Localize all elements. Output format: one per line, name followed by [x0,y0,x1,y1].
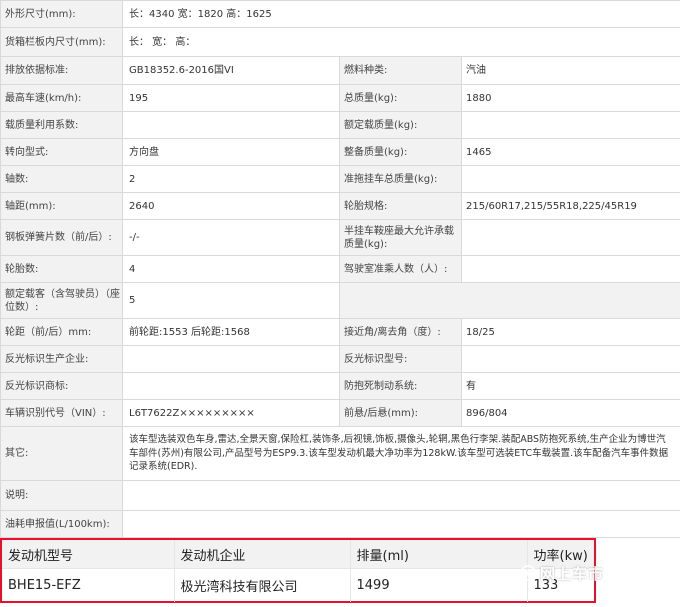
watermark-logo-icon [520,565,536,581]
spec-label: 额定载质量(kg): [339,111,462,139]
table-row: 轮距（前/后）mm: 前轮距:1553 后轮距:1568 接近角/离去角（度）:… [0,318,680,346]
engine-value-row: BHE15-EFZ 极光湾科技有限公司 1499 133 [2,568,594,602]
spec-label: 反光标识商标: [0,372,123,400]
watermark: 网上车市 [520,560,670,586]
table-row: 说明: [0,480,680,511]
spec-label: 说明: [0,480,123,511]
spec-value: 汽油 [461,56,680,85]
spec-label: 准拖挂车总质量(kg): [339,165,462,193]
table-row: 轮胎数: 4 驾驶室准乘人数（人）: [0,255,680,283]
spec-label: 额定载客（含驾驶员）（座位数）: [0,282,123,319]
spec-value [122,372,340,400]
spec-value: 长： 宽： 高： [122,27,680,57]
table-row: 其它: 该车型选装双色车身,雷达,全景天窗,保险杠,装饰条,后视镜,饰板,摄像头… [0,426,680,481]
table-row: 轴数: 2 准拖挂车总质量(kg): [0,165,680,193]
spec-value [461,219,680,256]
spec-value [122,111,340,139]
table-row: 钢板弹簧片数（前/后）: -/- 半挂车鞍座最大允许承载质量(kg): [0,219,680,256]
watermark-text: 网上车市 [540,564,605,583]
spec-value: 18/25 [461,318,680,346]
table-row: 轴距(mm): 2640 轮胎规格: 215/60R17,215/55R18,2… [0,192,680,220]
spec-label: 轮胎数: [0,255,123,283]
spec-label: 总质量(kg): [339,84,462,112]
spec-value: 2 [122,165,340,193]
table-row: 转向型式: 方向盘 整备质量(kg): 1465 [0,138,680,166]
spec-value [122,480,680,511]
engine-value-cell: BHE15-EFZ [8,578,81,593]
spec-label: 前悬/后悬(mm): [339,399,462,427]
table-row: 油耗申报值(L/100km): [0,510,680,538]
engine-header-cell: 排量(ml) [349,540,527,569]
engine-table: 发动机型号 发动机企业 排量(ml) 功率(kw) BHE15-EFZ 极光湾科… [2,540,594,602]
spec-value: 215/60R17,215/55R18,225/45R19 [461,192,680,220]
spec-value: 该车型选装双色车身,雷达,全景天窗,保险杠,装饰条,后视镜,饰板,摄像头,轮辋,… [122,426,680,481]
spec-label: 反光标识型号: [339,345,462,373]
spec-value [461,165,680,193]
table-row: 载质量利用系数: 额定载质量(kg): [0,111,680,139]
spec-value: 5 [122,282,340,319]
engine-highlight-box: 发动机型号 发动机企业 排量(ml) 功率(kw) BHE15-EFZ 极光湾科… [0,538,596,603]
spec-value [461,255,680,283]
spec-label: 反光标识生产企业: [0,345,123,373]
engine-value-cell: 极光湾科技有限公司 [173,568,350,602]
spec-value: -/- [122,219,340,256]
table-row: 货箱栏板内尺寸(mm): 长： 宽： 高： [0,27,680,57]
spec-label: 外形尺寸(mm): [0,0,123,28]
spec-value: 长：4340 宽：1820 高：1625 [122,0,680,28]
spec-value: 4 [122,255,340,283]
spec-label: 接近角/离去角（度）: [339,318,462,346]
spec-value [122,345,340,373]
spec-label: 半挂车鞍座最大允许承载质量(kg): [339,219,462,256]
spec-label: 驾驶室准乘人数（人）: [339,255,462,283]
spec-value: 方向盘 [122,138,340,166]
engine-value-cell: 1499 [349,568,527,602]
spec-value: 有 [461,372,680,400]
spec-label: 轮胎规格: [339,192,462,220]
spec-value: 195 [122,84,340,112]
table-row: 反光标识生产企业: 反光标识型号: [0,345,680,373]
spec-value: GB18352.6-2016国VI [122,56,340,85]
spec-label: 轴距(mm): [0,192,123,220]
spec-label: 轮距（前/后）mm: [0,318,123,346]
spec-label: 排放依据标准: [0,56,123,85]
table-row: 额定载客（含驾驶员）（座位数）: 5 [0,282,680,319]
table-row: 反光标识商标: 防抱死制动系统: 有 [0,372,680,400]
spec-value [461,345,680,373]
vehicle-spec-table: 外形尺寸(mm): 长：4340 宽：1820 高：1625 货箱栏板内尺寸(m… [0,0,680,538]
spec-value: L6T7622Z××××××××× [122,399,340,427]
spec-label: 其它: [0,426,123,481]
spec-value [122,510,680,538]
spec-label: 防抱死制动系统: [339,372,462,400]
engine-header-cell: 发动机型号 [2,540,174,569]
table-row: 排放依据标准: GB18352.6-2016国VI 燃料种类: 汽油 [0,56,680,85]
spec-label: 载质量利用系数: [0,111,123,139]
spec-label: 最高车速(km/h): [0,84,123,112]
table-row: 外形尺寸(mm): 长：4340 宽：1820 高：1625 [0,0,680,28]
spec-value: 2640 [122,192,340,220]
spec-label: 货箱栏板内尺寸(mm): [0,27,123,57]
spec-value: 896/804 [461,399,680,427]
spec-value [461,111,680,139]
spec-value: 前轮距:1553 后轮距:1568 [122,318,340,346]
spec-label: 燃料种类: [339,56,462,85]
spec-label: 整备质量(kg): [339,138,462,166]
spec-value: 1465 [461,138,680,166]
spec-label: 车辆识别代号（VIN）: [0,399,123,427]
spec-label: 转向型式: [0,138,123,166]
spec-label: 油耗申报值(L/100km): [0,510,123,538]
empty-cell [339,282,680,319]
table-row: 车辆识别代号（VIN）: L6T7622Z××××××××× 前悬/后悬(mm)… [0,399,680,427]
engine-header-row: 发动机型号 发动机企业 排量(ml) 功率(kw) [2,540,594,569]
engine-header-cell: 发动机企业 [173,540,350,569]
spec-label: 轴数: [0,165,123,193]
spec-value: 1880 [461,84,680,112]
table-row: 最高车速(km/h): 195 总质量(kg): 1880 [0,84,680,112]
spec-label: 钢板弹簧片数（前/后）: [0,219,123,256]
